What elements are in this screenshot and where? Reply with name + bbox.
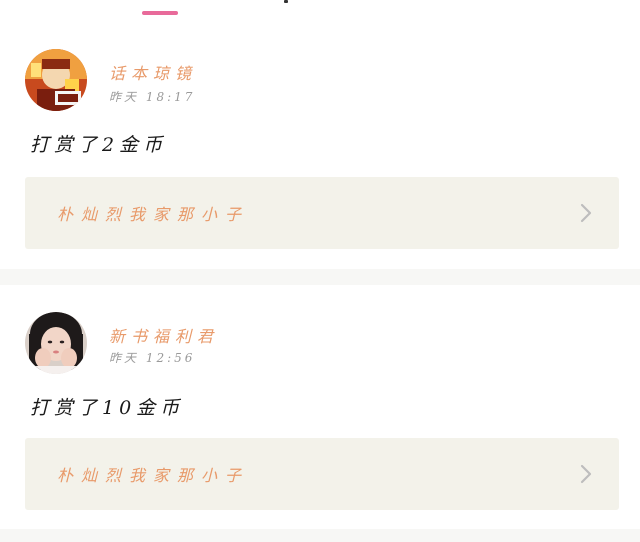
reward-action-text: 打赏了10金币 xyxy=(30,397,185,419)
chevron-right-icon xyxy=(580,203,592,223)
cartoon-avatar-icon xyxy=(25,49,87,111)
timestamp: 昨天 18:17 xyxy=(109,90,196,104)
user-avatar[interactable] xyxy=(25,312,87,374)
reward-action-text: 打赏了2金币 xyxy=(30,134,168,156)
feed-item: 话本琼镜 昨天 18:17 打赏了2金币 朴灿烈我家那小子 xyxy=(0,22,640,269)
feed-item: 新书福利君 昨天 12:56 打赏了10金币 朴灿烈我家那小子 xyxy=(0,285,640,529)
tab-label-fragment xyxy=(284,0,288,3)
book-title: 朴灿烈我家那小子 xyxy=(57,205,250,224)
chevron-right-icon xyxy=(580,464,592,484)
username[interactable]: 话本琼镜 xyxy=(109,60,197,84)
username[interactable]: 新书福利君 xyxy=(109,323,219,347)
book-title: 朴灿烈我家那小子 xyxy=(57,466,250,485)
active-tab-indicator xyxy=(142,11,178,15)
user-avatar[interactable] xyxy=(25,49,87,111)
book-link[interactable]: 朴灿烈我家那小子 xyxy=(25,438,619,510)
book-link[interactable]: 朴灿烈我家那小子 xyxy=(25,177,619,249)
tab-bar xyxy=(0,0,640,22)
photo-avatar-icon xyxy=(25,312,87,374)
timestamp: 昨天 12:56 xyxy=(109,351,196,365)
reward-feed-page: 话本琼镜 昨天 18:17 打赏了2金币 朴灿烈我家那小子 新书福利君 昨天 1… xyxy=(0,0,640,542)
